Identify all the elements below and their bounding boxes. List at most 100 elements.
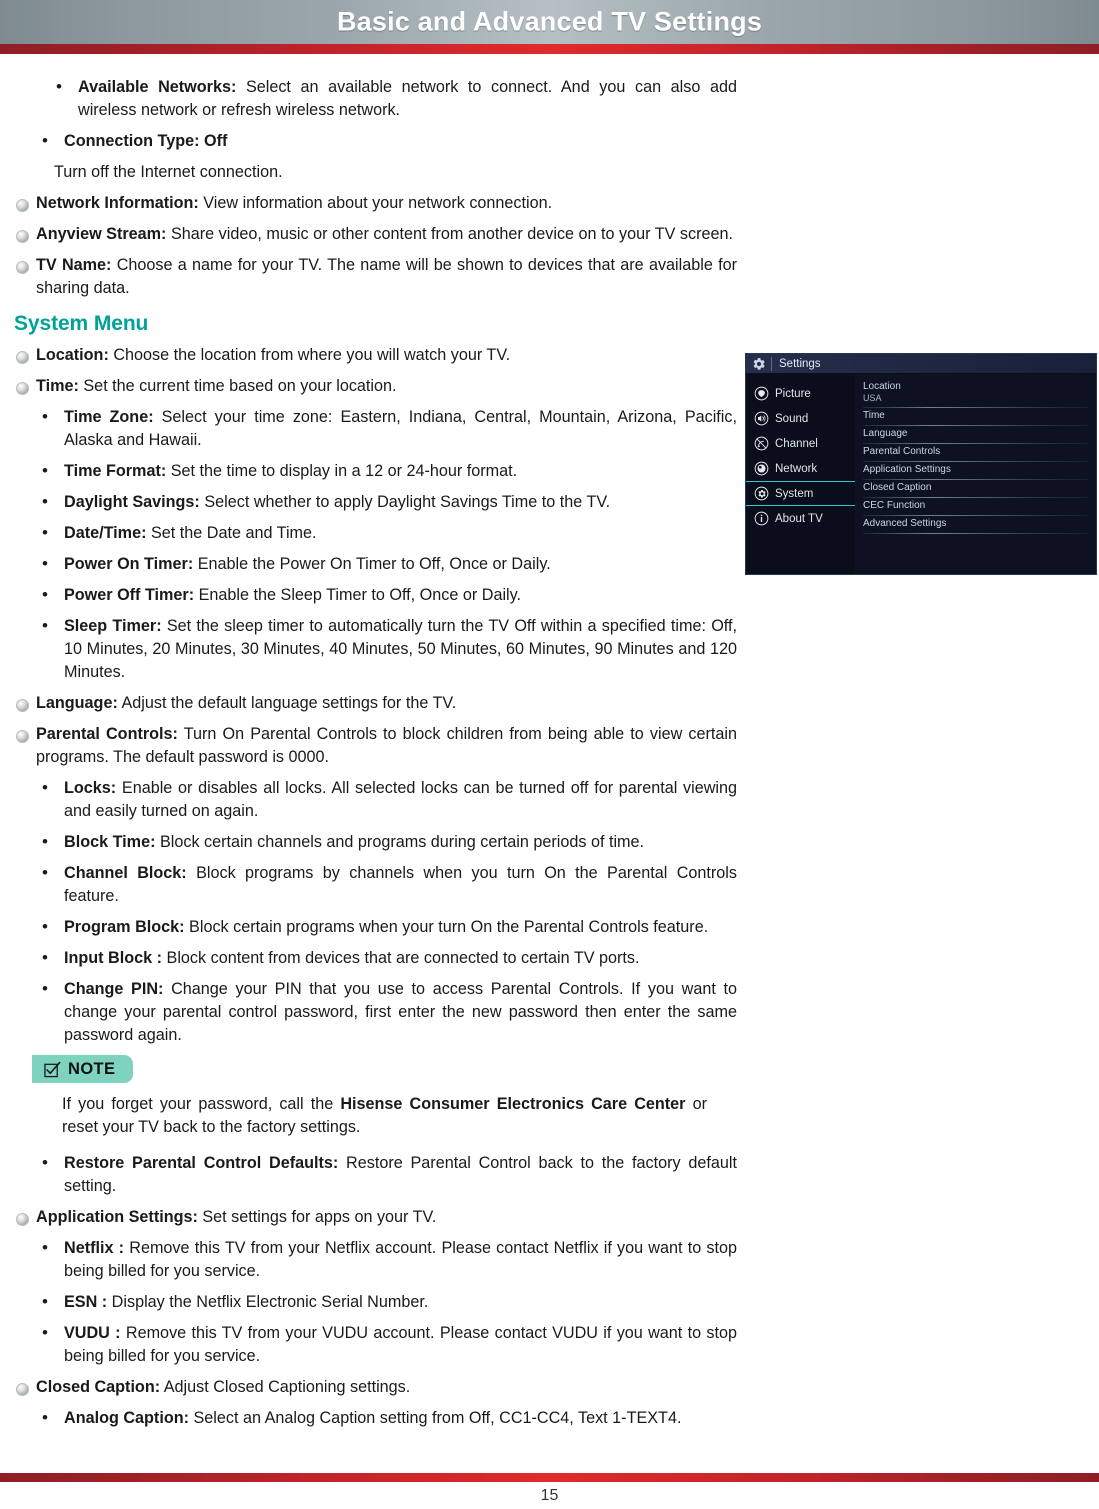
item-text: Choose a name for your TV. The name will… xyxy=(36,256,737,297)
network-icon xyxy=(754,461,769,476)
note-body: If you forget your password, call the Hi… xyxy=(62,1093,737,1140)
item-text: Block certain channels and programs duri… xyxy=(155,833,645,851)
settings-row-cec-function[interactable]: CEC Function xyxy=(863,498,1088,516)
item-term: ESN : xyxy=(64,1292,108,1311)
system-icon xyxy=(754,486,769,501)
item-term: Time Zone: xyxy=(64,408,154,426)
list-item: Language: Adjust the default language se… xyxy=(14,692,737,715)
sidebar-item-system[interactable]: System xyxy=(746,481,855,506)
item-term: Available Networks: xyxy=(78,78,237,96)
list-item: Channel Block: Block programs by channel… xyxy=(36,861,737,908)
item-term: Application Settings: xyxy=(36,1207,198,1226)
list-item: Time Zone: Select your time zone: Easter… xyxy=(36,405,737,452)
sidebar-item-network[interactable]: Network xyxy=(746,456,855,481)
settings-row-application-settings[interactable]: Application Settings xyxy=(863,462,1088,480)
settings-row-label: Parental Controls xyxy=(863,446,941,457)
item-text: View information about your network conn… xyxy=(198,194,553,212)
tv-settings-titlebar: Settings xyxy=(746,354,1096,374)
note-badge: NOTE xyxy=(32,1055,134,1083)
list-item: Anyview Stream: Share video, music or ot… xyxy=(14,223,737,246)
list-item: Power Off Timer: Enable the Sleep Timer … xyxy=(36,583,737,607)
item-text: Block content from devices that are conn… xyxy=(162,949,640,967)
settings-row-label: Closed Caption xyxy=(863,482,932,493)
item-term: Anyview Stream: xyxy=(36,225,167,243)
item-term: Parental Controls: xyxy=(36,725,178,743)
item-term: Restore Parental Control Defaults: xyxy=(64,1153,339,1172)
item-term: TV Name: xyxy=(36,256,112,274)
item-text: Select whether to apply Daylight Savings… xyxy=(199,493,611,511)
list-item: Parental Controls: Turn On Parental Cont… xyxy=(14,723,737,769)
item-term: Time: xyxy=(36,377,79,395)
item-term: Program Block: xyxy=(64,918,185,936)
item-term: Power On Timer: xyxy=(64,555,194,573)
item-text: Set the sleep timer to automatically tur… xyxy=(64,617,737,681)
settings-row-language[interactable]: Language xyxy=(863,426,1088,444)
list-item: Block Time: Block certain channels and p… xyxy=(36,830,737,854)
list-item: VUDU : Remove this TV from your VUDU acc… xyxy=(36,1321,737,1368)
list-item: Program Block: Block certain programs wh… xyxy=(36,915,737,939)
list-item: Change PIN: Change your PIN that you use… xyxy=(36,977,737,1047)
list-item: Connection Type: Off xyxy=(36,129,737,153)
item-term: Time Format: xyxy=(64,462,167,480)
page-header: Basic and Advanced TV Settings xyxy=(0,0,1099,44)
sidebar-item-about-tv[interactable]: About TV xyxy=(746,506,855,531)
system-section: Location: Choose the location from where… xyxy=(14,344,737,1047)
item-text: Enable or disables all locks. All select… xyxy=(64,779,737,820)
info-icon xyxy=(754,511,769,526)
list-item: Netflix : Remove this TV from your Netfl… xyxy=(36,1236,737,1283)
settings-row-advanced-settings[interactable]: Advanced Settings xyxy=(863,516,1088,534)
titlebar-divider xyxy=(771,356,772,371)
sidebar-item-label: About TV xyxy=(775,512,823,525)
item-term: Power Off Timer: xyxy=(64,586,195,604)
settings-row-value: USA xyxy=(863,393,882,403)
settings-row-time[interactable]: Time xyxy=(863,408,1088,426)
item-term: Daylight Savings: xyxy=(64,493,200,511)
settings-row-parental-controls[interactable]: Parental Controls xyxy=(863,444,1088,462)
sidebar-item-channel[interactable]: Channel xyxy=(746,431,855,456)
header-red-rule xyxy=(0,44,1099,54)
note-body-bold: Hisense Consumer Electronics Care Center xyxy=(340,1095,686,1113)
sidebar-item-label: Picture xyxy=(775,387,811,400)
list-item: Power On Timer: Enable the Power On Time… xyxy=(36,552,737,576)
item-term: Netflix : xyxy=(64,1238,125,1257)
after-note-section: Restore Parental Control Defaults: Resto… xyxy=(14,1151,737,1430)
check-box-icon xyxy=(44,1061,61,1078)
section-heading-system-menu: System Menu xyxy=(14,312,149,335)
tv-settings-options-list: Location USA Time Language Parental Cont… xyxy=(855,374,1096,574)
list-item: Closed Caption: Adjust Closed Captioning… xyxy=(14,1376,737,1399)
item-term: Connection Type: Off xyxy=(64,132,228,150)
list-item: Analog Caption: Select an Analog Caption… xyxy=(36,1406,737,1430)
tv-settings-sidebar: Picture Sound Channel Network System Abo… xyxy=(746,374,855,574)
settings-row-label: Language xyxy=(863,428,908,439)
item-term: Input Block : xyxy=(64,949,163,967)
settings-row-label: Application Settings xyxy=(863,464,951,475)
sidebar-item-sound[interactable]: Sound xyxy=(746,406,855,431)
note-callout: NOTE If you forget your password, call t… xyxy=(32,1055,737,1140)
item-term: Channel Block: xyxy=(64,864,187,882)
item-text: Select your time zone: Eastern, Indiana,… xyxy=(64,408,737,449)
sidebar-item-picture[interactable]: Picture xyxy=(746,381,855,406)
channel-icon xyxy=(754,436,769,451)
sidebar-item-label: Network xyxy=(775,462,818,475)
list-item: Locks: Enable or disables all locks. All… xyxy=(36,776,737,823)
item-text: Block certain programs when your turn On… xyxy=(184,918,709,936)
row-separator xyxy=(863,533,1088,534)
settings-row-location[interactable]: Location USA xyxy=(863,379,1088,408)
item-term: Network Information: xyxy=(36,194,199,212)
list-item: Input Block : Block content from devices… xyxy=(36,946,737,970)
list-item: Turn off the Internet connection. xyxy=(54,161,737,184)
list-item: Available Networks: Select an available … xyxy=(50,75,737,122)
sidebar-item-label: Sound xyxy=(775,412,809,425)
text-column: Available Networks: Select an available … xyxy=(0,54,755,1438)
footer-red-rule xyxy=(0,1473,1099,1482)
list-item: Time: Set the current time based on your… xyxy=(14,375,737,398)
settings-row-closed-caption[interactable]: Closed Caption xyxy=(863,480,1088,498)
item-text: Choose the location from where you will … xyxy=(108,346,511,364)
settings-row-label: Time xyxy=(863,410,885,421)
item-text: Set settings for apps on your TV. xyxy=(197,1207,437,1226)
sidebar-item-label: System xyxy=(775,487,814,500)
page-title: Basic and Advanced TV Settings xyxy=(336,6,763,37)
item-text: Display the Netflix Electronic Serial Nu… xyxy=(107,1292,429,1311)
item-text: Set the time to display in a 12 or 24-ho… xyxy=(166,462,518,480)
list-item: TV Name: Choose a name for your TV. The … xyxy=(14,254,737,300)
